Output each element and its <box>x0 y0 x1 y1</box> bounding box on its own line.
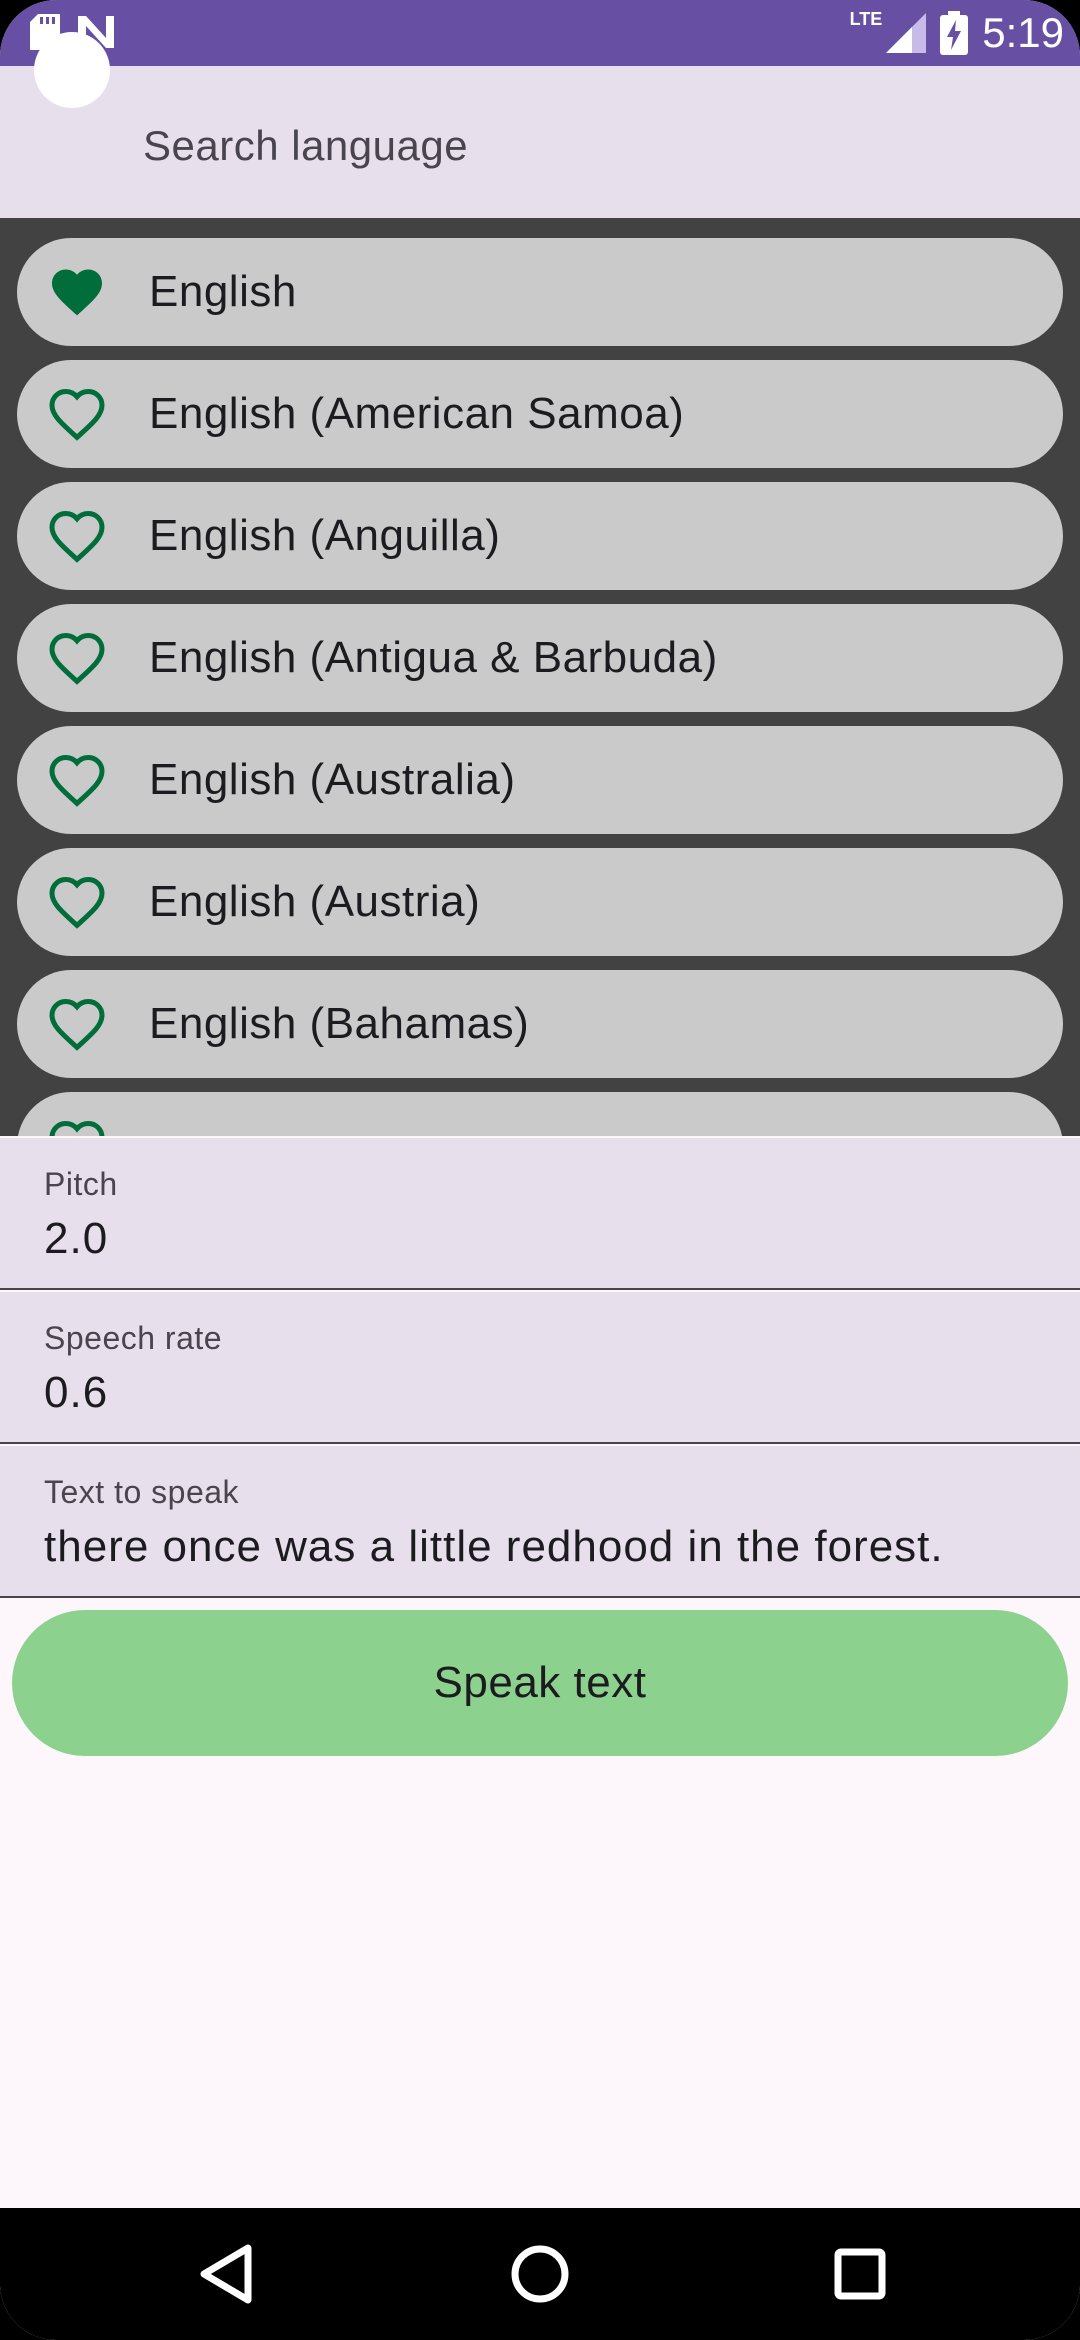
language-item[interactable]: English (Australia) <box>17 726 1063 834</box>
text-to-speak-label: Text to speak <box>44 1474 240 1510</box>
language-label: English (Bahamas) <box>149 999 530 1048</box>
home-icon[interactable] <box>504 2238 576 2310</box>
language-item[interactable]: English (Austria) <box>17 848 1063 956</box>
language-label: English (American Samoa) <box>149 389 685 438</box>
pitch-field[interactable]: Pitch 2.0 <box>0 1138 1080 1290</box>
heart-outline-icon[interactable] <box>47 872 107 932</box>
speech-rate-value[interactable]: 0.6 <box>44 1368 108 1418</box>
heart-outline-icon[interactable] <box>47 506 107 566</box>
speak-text-button[interactable]: Speak text <box>12 1610 1068 1756</box>
language-item[interactable]: English (Anguilla) <box>17 482 1063 590</box>
search-input[interactable]: Search language <box>143 122 468 170</box>
language-item[interactable] <box>17 1092 1063 1136</box>
language-label: English (Australia) <box>149 755 516 804</box>
language-label: English (Anguilla) <box>149 511 501 560</box>
language-item[interactable]: English <box>17 238 1063 346</box>
heart-filled-icon[interactable] <box>47 262 107 322</box>
pitch-label: Pitch <box>44 1166 118 1202</box>
language-item[interactable]: English (American Samoa) <box>17 360 1063 468</box>
text-to-speak-value[interactable]: there once was a little redhood in the f… <box>44 1522 944 1572</box>
language-item[interactable]: English (Bahamas) <box>17 970 1063 1078</box>
language-label: English (Austria) <box>149 877 481 926</box>
signal-icon <box>886 13 927 53</box>
battery-charging-icon <box>940 11 969 55</box>
heart-outline-icon[interactable] <box>47 750 107 810</box>
language-item[interactable]: English (Antigua & Barbuda) <box>17 604 1063 712</box>
speech-rate-field[interactable]: Speech rate 0.6 <box>0 1292 1080 1444</box>
heart-outline-icon[interactable] <box>47 384 107 444</box>
language-list[interactable]: English English (American Samoa) English (… <box>0 218 1080 1136</box>
heart-outline-icon[interactable] <box>47 628 107 688</box>
language-label: English (Antigua & Barbuda) <box>149 633 718 682</box>
status-bar: LTE 5:19 <box>0 0 1080 66</box>
pitch-value[interactable]: 2.0 <box>44 1214 108 1264</box>
network-type-label: LTE <box>849 8 883 29</box>
touch-indicator <box>34 32 110 108</box>
navigation-bar <box>0 2208 1080 2340</box>
status-time: 5:19 <box>982 9 1064 56</box>
search-bar[interactable]: Search language <box>0 66 1080 218</box>
language-label: English <box>149 267 297 316</box>
text-to-speak-field[interactable]: Text to speak there once was a little re… <box>0 1446 1080 1598</box>
back-icon[interactable] <box>190 2238 262 2310</box>
app-screen: LTE 5:19 Search language English English … <box>0 0 1080 2340</box>
speech-rate-label: Speech rate <box>44 1320 223 1356</box>
heart-outline-icon[interactable] <box>47 1116 107 1136</box>
heart-outline-icon[interactable] <box>47 994 107 1054</box>
recents-icon[interactable] <box>824 2238 896 2310</box>
